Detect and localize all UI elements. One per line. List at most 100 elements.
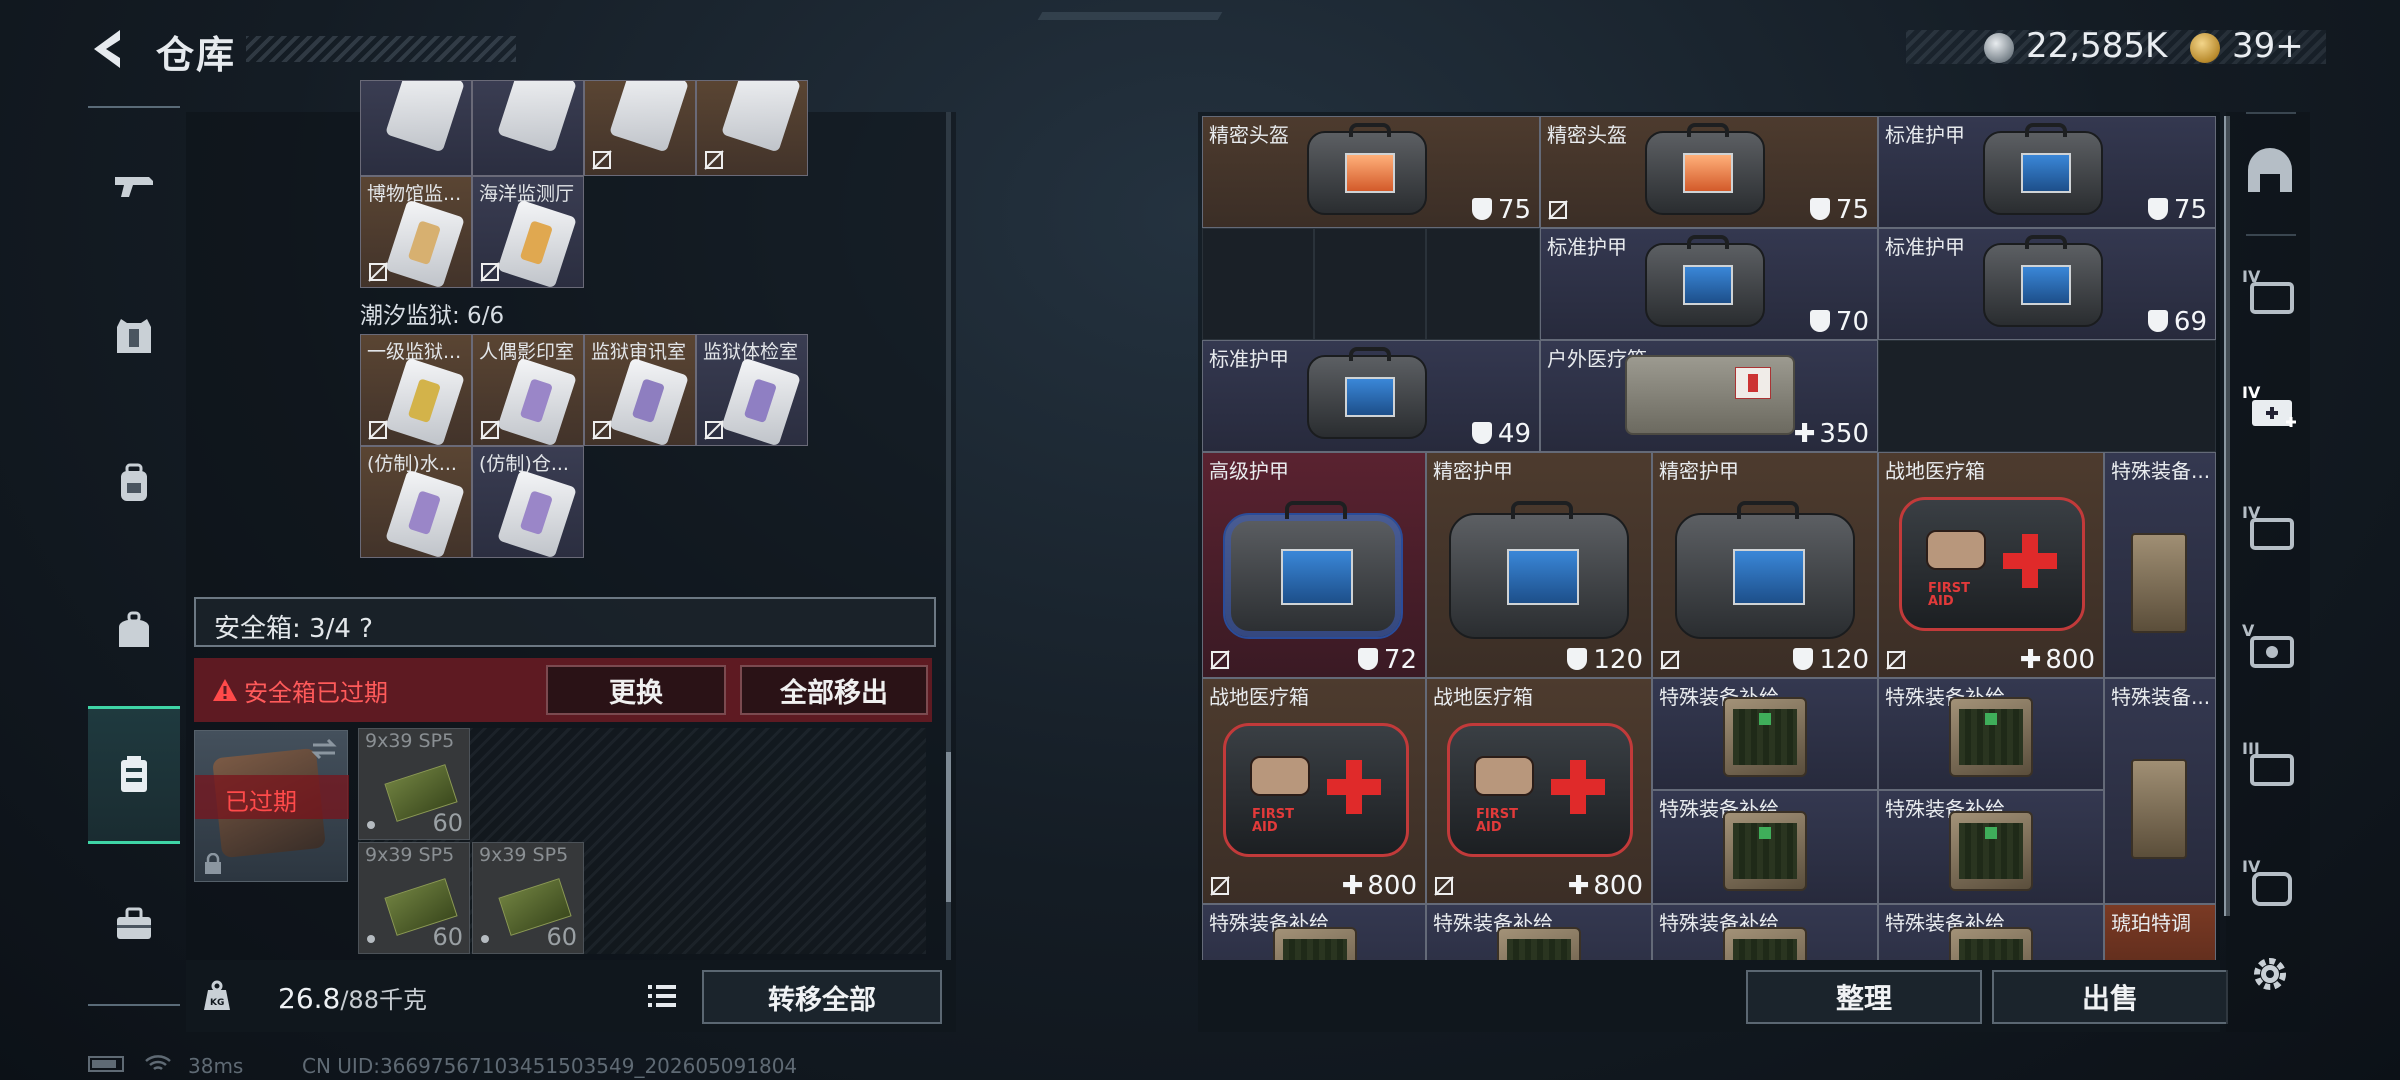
empty-slot[interactable] [1202,228,1314,340]
inventory-item[interactable]: 特殊装备... [2104,678,2216,904]
helmet-slot-icon[interactable] [2240,146,2300,206]
level-4-bag-icon[interactable]: IV [2240,498,2300,558]
heal-amount: ✚ 800 [1342,871,1417,901]
inventory-item[interactable]: 特殊装备补给 [1878,904,2104,964]
case-icon [121,756,147,792]
ammo-item[interactable]: 9x39 SP5 60 [472,842,584,954]
inventory-item[interactable]: 精密头盔 75 [1202,116,1540,228]
inventory-item[interactable]: 高级护甲 72 [1202,452,1426,678]
level-5-bag-icon[interactable]: V [2240,616,2300,676]
ammo-item[interactable]: 9x39 SP5 60 [358,728,470,840]
level-4-case-icon[interactable]: IV [2240,262,2300,322]
wifi-icon [145,1055,171,1071]
toolbox-icon [117,907,151,939]
transfer-all-button[interactable]: 转移全部 [702,970,942,1024]
collectible-card[interactable]: 监狱审讯室 [584,334,696,446]
inventory-item[interactable]: 特殊装备补给 [1202,904,1426,964]
inventory-item[interactable]: 战地医疗箱 FIRST AID ✚ 800 [1202,678,1426,904]
inventory-item[interactable]: 标准护甲 69 [1878,228,2216,340]
inventory-item[interactable]: 精密头盔 75 [1540,116,1878,228]
ammo-dot [367,821,375,829]
ammo-item[interactable]: 9x39 SP5 60 [358,842,470,954]
weight-capacity: /88千克 [340,986,427,1014]
collectible-card[interactable]: (仿制)仓... [472,446,584,558]
collectible-card[interactable] [360,80,472,176]
safe-case-slot[interactable]: 已过期 [194,730,349,882]
inventory-item[interactable]: 战地医疗箱 FIRST AID ✚ 800 [1878,452,2104,678]
user-uid: CN UID:36697567103451503549_202605091804 [302,1054,798,1078]
keycard-image [609,357,689,445]
list-icon[interactable] [642,976,682,1016]
left-scrollbar[interactable] [946,112,951,962]
heal-value: 800 [1593,871,1643,901]
collectible-card[interactable]: 博物馆监... [360,176,472,288]
inventory-item[interactable]: 精密护甲 120 [1652,452,1878,678]
collectible-card[interactable] [472,80,584,176]
collectible-card[interactable] [584,80,696,176]
no-transfer-icon [592,150,612,170]
armor-image [1307,347,1427,439]
no-transfer-icon [592,420,612,440]
keycard-image [721,81,801,153]
inventory-item[interactable]: 战地医疗箱 FIRST AID ✚ 800 [1426,678,1652,904]
nav-weapons[interactable] [96,148,172,224]
back-button[interactable] [86,24,136,74]
item-label: 标准护甲 [1885,123,1965,147]
collectible-card[interactable]: 海洋监测厅 [472,176,584,288]
inventory-item[interactable]: 标准护甲 70 [1540,228,1878,340]
safe-box-capacity[interactable]: 安全箱: 3/4 ? [194,597,936,647]
keycard-image [385,81,465,153]
durability-value: 120 [1593,645,1643,675]
keycard-image [497,81,577,153]
nav-backpack[interactable] [96,446,172,522]
level-4-medkit-icon[interactable]: IV [2240,378,2300,438]
no-transfer-icon [704,420,724,440]
empty-slot[interactable] [1878,340,2216,452]
level-3-bag-icon[interactable]: III [2240,734,2300,794]
inventory-item[interactable]: 标准护甲 49 [1202,340,1540,452]
nav-bag[interactable] [96,592,172,668]
remove-all-button[interactable]: 全部移出 [740,665,928,715]
sort-button[interactable]: 整理 [1746,970,1982,1024]
inventory-item[interactable]: 标准护甲 75 [1878,116,2216,228]
collectible-card[interactable] [696,80,808,176]
nav-divider [2246,112,2296,114]
ammo-name: 9x39 SP5 [365,844,455,866]
empty-slot[interactable] [1314,228,1426,340]
inventory-item[interactable]: 特殊装备... [2104,452,2216,678]
inventory-item[interactable]: 特殊装备补给 [1652,790,1878,904]
scroll-thumb[interactable] [946,752,951,902]
collectible-card[interactable]: (仿制)水... [360,446,472,558]
gear-icon[interactable] [2248,952,2292,996]
empty-slot[interactable] [1426,228,1540,340]
collectible-card[interactable]: 监狱体检室 [696,334,808,446]
collectible-card[interactable]: 一级监狱... [360,334,472,446]
inventory-item[interactable]: 特殊装备补给 [1426,904,1652,964]
swap-icon[interactable] [309,737,339,761]
item-label: 标准护甲 [1885,235,1965,259]
inventory-item[interactable]: 特殊装备补给 [1652,904,1878,964]
nav-armor[interactable] [96,298,172,374]
inventory-item[interactable]: 特殊装备补给 [1878,790,2104,904]
durability-value: 70 [1835,307,1869,337]
inventory-item[interactable]: 琥珀特调 [2104,904,2216,964]
collectible-card[interactable]: 人偶影印室 [472,334,584,446]
gold-amount[interactable]: 39+ [2232,26,2304,66]
item-label: 特殊装备... [2111,459,2211,483]
shield-icon [1471,422,1492,444]
right-nav: IV IV IV V III IV [2226,112,2310,1032]
heal-value: 350 [1819,419,1869,449]
inventory-item[interactable]: 特殊装备补给 [1652,678,1878,790]
inventory-item[interactable]: 户外医疗箱 ✚ 350 [1540,340,1878,452]
item-label: 高级护甲 [1209,459,1289,483]
nav-toolbox[interactable] [96,886,172,962]
level-4-backpack-icon[interactable]: IV [2240,852,2300,912]
plus-icon: ✚ [1341,871,1364,901]
inventory-item[interactable]: 精密护甲 120 [1426,452,1652,678]
back-arrow-icon [94,30,120,68]
sell-button[interactable]: 出售 [1992,970,2228,1024]
nav-safe-case[interactable] [88,706,180,844]
replace-button[interactable]: 更换 [546,665,726,715]
inventory-item[interactable]: 特殊装备补给 [1878,678,2104,790]
durability: 75 [2147,195,2207,225]
